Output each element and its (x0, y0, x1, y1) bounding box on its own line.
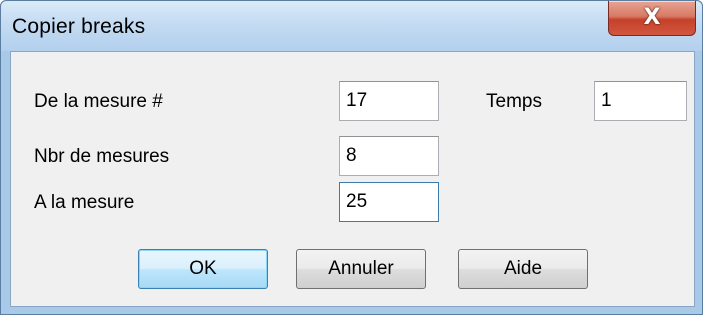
close-button[interactable]: X (608, 1, 696, 36)
to-measure-label: A la mesure (34, 192, 135, 213)
beat-field[interactable]: 1 (594, 81, 687, 121)
close-icon: X (643, 5, 661, 30)
cancel-button[interactable]: Annuler (296, 249, 426, 289)
num-measures-label: Nbr de mesures (34, 146, 170, 167)
ok-button[interactable]: OK (138, 249, 268, 289)
dialog-body: De la mesure # 17 Temps 1 Nbr de mesures… (10, 51, 695, 307)
title-bar[interactable]: Copier breaks X (1, 1, 702, 51)
to-measure-field[interactable]: 25 (339, 182, 439, 222)
from-measure-label: De la mesure # (34, 91, 163, 112)
num-measures-field[interactable]: 8 (339, 136, 439, 176)
help-button[interactable]: Aide (458, 249, 588, 289)
window-title: Copier breaks (12, 15, 146, 38)
dialog-window: Copier breaks X De la mesure # 17 Temps … (0, 0, 703, 315)
beat-label: Temps (486, 91, 542, 112)
from-measure-field[interactable]: 17 (339, 81, 439, 121)
